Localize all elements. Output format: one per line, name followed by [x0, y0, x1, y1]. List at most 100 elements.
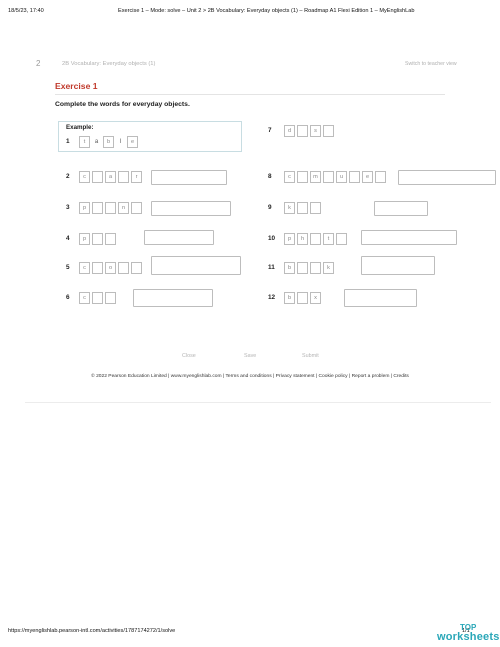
- letter-box[interactable]: [349, 171, 360, 183]
- footer-divider: [25, 402, 491, 403]
- exercise-instruction: Complete the words for everyday objects.: [55, 101, 190, 108]
- answer-field-6[interactable]: [133, 289, 213, 307]
- letter-box[interactable]: k: [323, 262, 334, 274]
- page-number: 2: [36, 59, 41, 68]
- section-title: 2B Vocabulary: Everyday objects (1): [62, 61, 156, 67]
- item-number: 5: [66, 264, 70, 271]
- teacher-view-link[interactable]: Switch to teacher view: [405, 61, 457, 67]
- letter-box[interactable]: c: [79, 171, 90, 183]
- item-letters: b k: [284, 262, 334, 274]
- letter-box[interactable]: e: [362, 171, 373, 183]
- item-letters: k: [284, 202, 321, 214]
- letter-box[interactable]: [323, 125, 334, 137]
- item-number: 11: [268, 264, 275, 271]
- item-letters: c a r: [79, 171, 142, 183]
- save-button[interactable]: Save: [244, 353, 256, 359]
- answer-field-12[interactable]: [344, 289, 417, 307]
- letter-box[interactable]: [310, 233, 321, 245]
- answer-field-3[interactable]: [151, 201, 231, 216]
- letter-box[interactable]: [92, 171, 103, 183]
- item-letters: d s: [284, 125, 334, 137]
- letter-box[interactable]: [92, 202, 103, 214]
- letter-box: t: [79, 136, 90, 148]
- letter-box[interactable]: [297, 262, 308, 274]
- example-letters: t a b l e: [79, 136, 138, 148]
- letter-box[interactable]: [131, 262, 142, 274]
- letter-box[interactable]: p: [79, 202, 90, 214]
- print-date: 18/5/23, 17:40: [8, 8, 44, 14]
- item-letters: p h t: [284, 233, 347, 245]
- letter-box[interactable]: [310, 262, 321, 274]
- answer-field-10[interactable]: [361, 230, 457, 245]
- page-footer: © 2022 Pearson Education Limited | www.m…: [91, 374, 409, 379]
- item-number: 7: [268, 127, 272, 134]
- letter-box[interactable]: d: [284, 125, 295, 137]
- title-divider: [55, 94, 445, 95]
- item-number: 12: [268, 294, 276, 301]
- item-number: 8: [268, 173, 272, 180]
- item-number: 9: [268, 204, 272, 211]
- print-header: 18/5/23, 17:40 Exercise 1 – Mode: solve …: [8, 8, 492, 20]
- letter-box[interactable]: c: [284, 171, 295, 183]
- letter-box[interactable]: p: [79, 233, 90, 245]
- print-title: Exercise 1 – Mode: solve – Unit 2 > 2B V…: [118, 8, 415, 14]
- letter-box[interactable]: o: [105, 262, 116, 274]
- letter-box[interactable]: p: [284, 233, 295, 245]
- item-number: 6: [66, 294, 70, 301]
- letter-box[interactable]: [297, 292, 308, 304]
- exercise-title: Exercise 1: [55, 81, 98, 91]
- letter-box[interactable]: [323, 171, 334, 183]
- letter-box[interactable]: [105, 292, 116, 304]
- letter-box[interactable]: r: [131, 171, 142, 183]
- letter-box[interactable]: c: [79, 292, 90, 304]
- letter-box[interactable]: [131, 202, 142, 214]
- letter-box[interactable]: n: [118, 202, 129, 214]
- letter-box[interactable]: b: [284, 292, 295, 304]
- letter-box[interactable]: [297, 202, 308, 214]
- submit-button[interactable]: Submit: [302, 353, 319, 359]
- watermark-logo: worksheets: [437, 631, 500, 643]
- letter-box: b: [103, 136, 114, 148]
- letter-box[interactable]: s: [310, 125, 321, 137]
- item-letters: p: [79, 233, 116, 245]
- letter-box[interactable]: [336, 233, 347, 245]
- letter-box[interactable]: t: [323, 233, 334, 245]
- letter-box[interactable]: [92, 292, 103, 304]
- answer-field-4[interactable]: [144, 230, 214, 245]
- item-letters: b x: [284, 292, 321, 304]
- letter-box[interactable]: u: [336, 171, 347, 183]
- letter-box[interactable]: [105, 202, 116, 214]
- letter-box[interactable]: [310, 202, 321, 214]
- letter-box[interactable]: [92, 262, 103, 274]
- item-number: 10: [268, 235, 276, 242]
- close-button[interactable]: Close: [182, 353, 196, 359]
- letter-box[interactable]: m: [310, 171, 321, 183]
- item-number: 2: [66, 173, 70, 180]
- letter-shown: l: [116, 136, 125, 148]
- item-number: 1: [66, 138, 70, 145]
- answer-field-5[interactable]: [151, 256, 241, 275]
- letter-box[interactable]: [297, 171, 308, 183]
- answer-field-11[interactable]: [361, 256, 435, 275]
- letter-box[interactable]: k: [284, 202, 295, 214]
- letter-box: e: [127, 136, 138, 148]
- letter-box[interactable]: [118, 262, 129, 274]
- print-url: https://myenglishlab.pearson-intl.com/ac…: [8, 628, 176, 634]
- answer-field-8[interactable]: [398, 170, 496, 185]
- letter-box[interactable]: [118, 171, 129, 183]
- letter-box[interactable]: h: [297, 233, 308, 245]
- letter-box[interactable]: [375, 171, 386, 183]
- letter-box[interactable]: b: [284, 262, 295, 274]
- letter-box[interactable]: a: [105, 171, 116, 183]
- item-letters: p n: [79, 202, 142, 214]
- letter-box[interactable]: [297, 125, 308, 137]
- letter-box[interactable]: [92, 233, 103, 245]
- letter-box[interactable]: x: [310, 292, 321, 304]
- letter-box[interactable]: [105, 233, 116, 245]
- answer-field-2[interactable]: [151, 170, 227, 185]
- letter-box[interactable]: c: [79, 262, 90, 274]
- item-letters: c m u e: [284, 171, 386, 183]
- item-letters: c o: [79, 262, 142, 274]
- answer-field-9[interactable]: [374, 201, 428, 216]
- item-letters: c: [79, 292, 116, 304]
